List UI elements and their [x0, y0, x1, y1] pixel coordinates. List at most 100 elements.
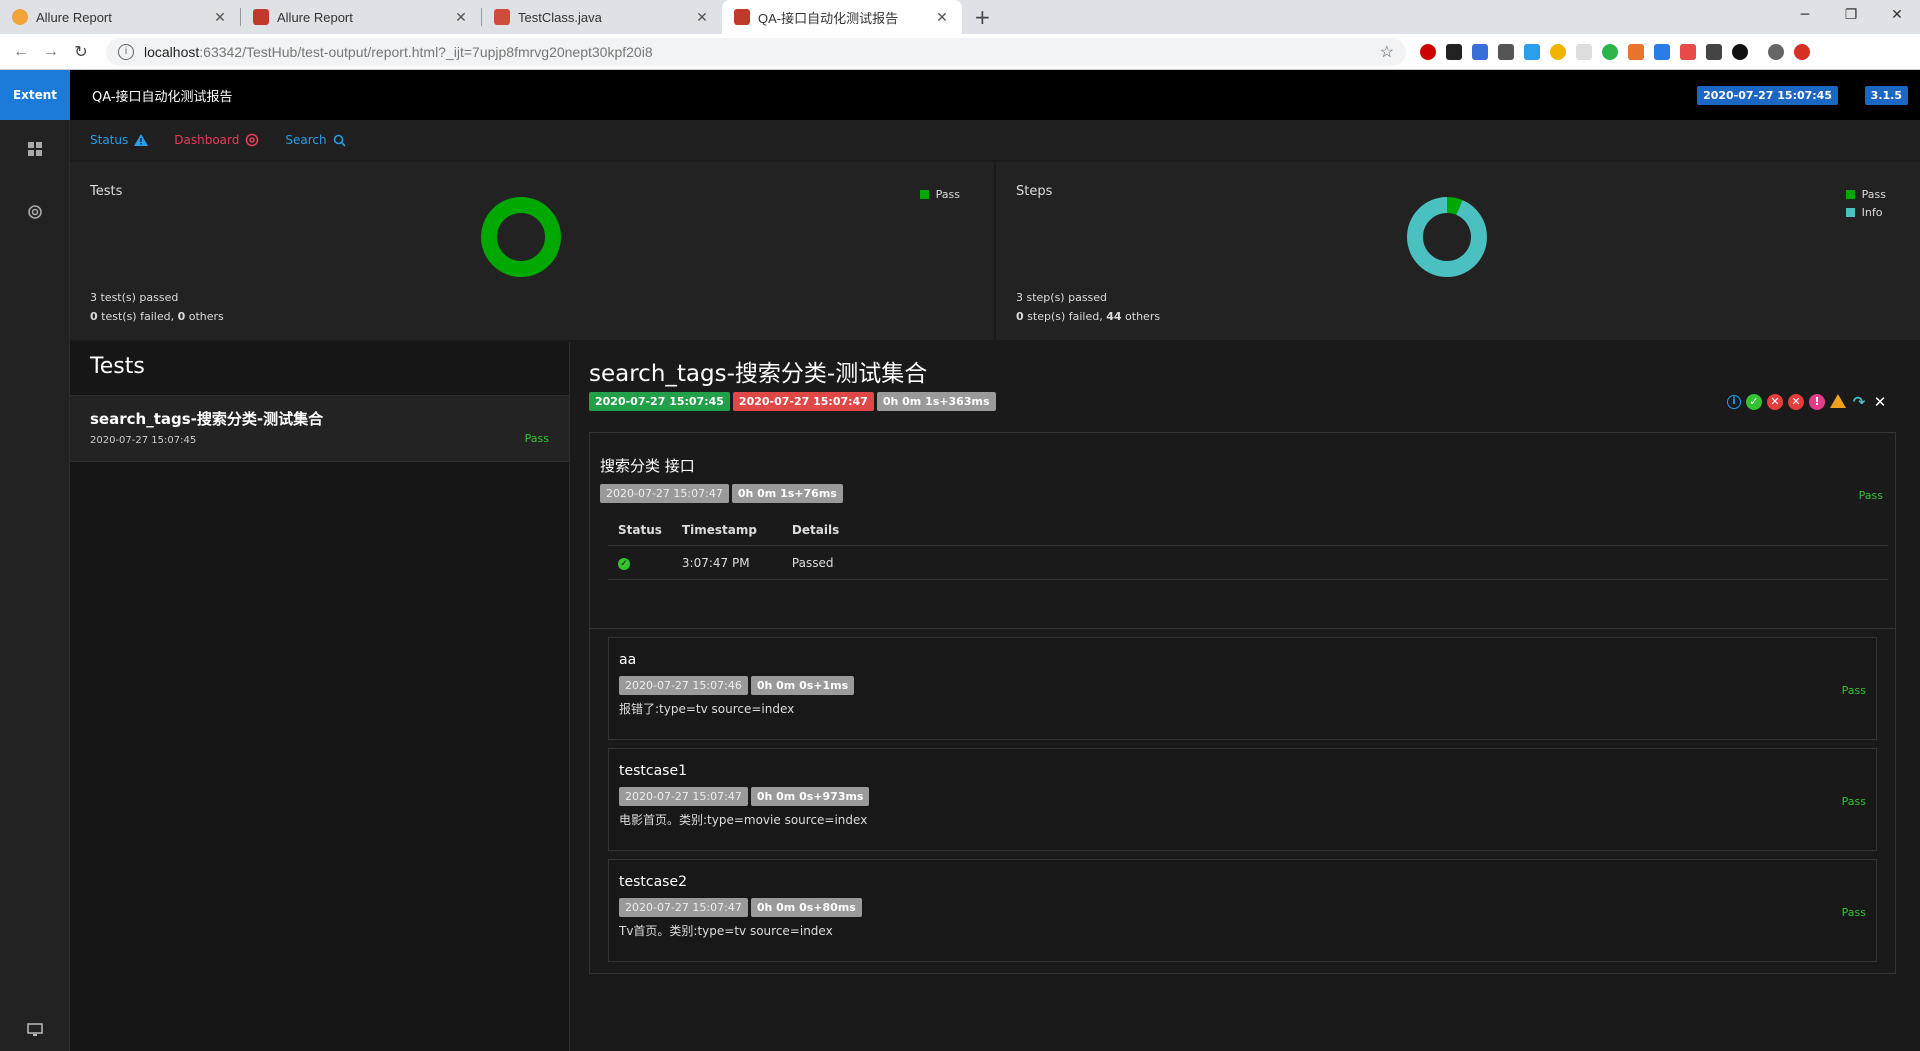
dashboard-link[interactable]: Dashboard	[174, 133, 259, 147]
test-list-panel: Tests search_tags-搜索分类-测试集合 2020-07-27 1…	[70, 342, 570, 1051]
failed-text: step(s) failed,	[1023, 310, 1107, 323]
report-date-badge: 2020-07-27 15:07:45	[1697, 86, 1838, 105]
child-test-node[interactable]: testcase1 2020-07-27 15:07:47 0h 0m 0s+9…	[608, 748, 1877, 851]
node-name: 搜索分类 接口	[600, 457, 695, 475]
brand-logo[interactable]: Extent	[0, 70, 70, 120]
extension-icon[interactable]	[1602, 43, 1618, 60]
fail-filter-icon[interactable]: ✕	[1767, 394, 1783, 410]
search-label: Search	[285, 133, 327, 147]
minimize-icon[interactable]: ─	[1782, 0, 1828, 30]
restore-icon[interactable]: ❐	[1828, 0, 1874, 30]
back-icon[interactable]: ←	[6, 43, 36, 61]
intellij-favicon-icon	[253, 9, 269, 25]
child-test-node[interactable]: testcase2 2020-07-27 15:07:47 0h 0m 0s+8…	[608, 859, 1877, 962]
clear-filter-icon[interactable]: ✕	[1872, 394, 1888, 410]
child-duration-badge: 0h 0m 0s+1ms	[750, 676, 855, 695]
status-filter-link[interactable]: Status	[90, 133, 149, 147]
test-list-item[interactable]: search_tags-搜索分类-测试集合 2020-07-27 15:07:4…	[70, 396, 569, 462]
url-input[interactable]: i localhost:63342/TestHub/test-output/re…	[106, 37, 1406, 66]
fatal-filter-icon[interactable]: ✕	[1788, 394, 1804, 410]
browser-tab[interactable]: Allure Report ✕	[241, 0, 481, 34]
steps-passed-line: 3 step(s) passed	[1016, 291, 1108, 304]
pass-filter-icon[interactable]: ✓	[1746, 394, 1762, 410]
new-tab-button[interactable]: +	[962, 5, 1003, 29]
tests-pass-slice	[481, 197, 561, 277]
steps-info-slice	[1407, 197, 1487, 277]
close-tab-icon[interactable]: ✕	[212, 9, 228, 26]
chrome-extension-icon[interactable]	[1550, 43, 1566, 60]
forward-icon[interactable]: →	[36, 43, 66, 61]
node-badges: 2020-07-27 15:07:47 0h 0m 1s+76ms	[600, 484, 1885, 503]
extension-icon[interactable]	[1680, 43, 1696, 60]
child-badges: 2020-07-27 15:07:46 0h 0m 0s+1ms	[619, 676, 1866, 695]
others-text: others	[1121, 310, 1161, 323]
reload-icon[interactable]: ↻	[66, 42, 96, 62]
extension-icon[interactable]	[1524, 43, 1540, 60]
duration-badge: 0h 0m 1s+363ms	[876, 392, 996, 411]
pilcrow-extension-icon[interactable]	[1706, 43, 1722, 60]
child-name: aa	[619, 652, 637, 668]
bookmark-star-icon[interactable]: ☆	[1380, 42, 1394, 62]
extension-icon[interactable]	[1628, 43, 1644, 60]
url-path: :63342/TestHub/test-output/report.html?_…	[199, 43, 653, 60]
legend-item-pass: Pass	[1845, 188, 1886, 201]
report-name: QA-接口自动化测试报告	[92, 89, 233, 105]
tests-legend: Pass	[919, 188, 960, 206]
child-test-node[interactable]: aa 2020-07-27 15:07:46 0h 0m 0s+1ms 报错了:…	[608, 637, 1877, 740]
site-info-icon[interactable]: i	[118, 43, 134, 60]
child-time-badge: 2020-07-27 15:07:47	[619, 898, 748, 917]
dashboard-view-icon[interactable]	[0, 184, 70, 248]
qr-extension-icon[interactable]	[1498, 43, 1514, 60]
others-count: 44	[1106, 310, 1122, 323]
browser-tab-bar: Allure Report ✕ Allure Report ✕ TestClas…	[0, 0, 1920, 34]
child-badges: 2020-07-27 15:07:47 0h 0m 0s+973ms	[619, 787, 1866, 806]
close-window-icon[interactable]: ✕	[1874, 0, 1920, 30]
legend-label: Info	[1861, 206, 1883, 219]
update-icon[interactable]	[1794, 43, 1810, 60]
tests-donut-chart	[481, 197, 561, 277]
extension-icon[interactable]	[1732, 43, 1748, 60]
adblock-extension-icon[interactable]	[1420, 43, 1436, 60]
java-file-favicon-icon	[494, 9, 510, 25]
url-text: localhost:63342/TestHub/test-output/repo…	[144, 44, 1380, 60]
monitor-icon[interactable]	[0, 1023, 70, 1041]
top-bar: QA-接口自动化测试报告 2020-07-27 15:07:45 3.1.5	[70, 70, 1920, 120]
error-filter-icon[interactable]: !	[1809, 394, 1825, 410]
tests-card-title: Tests	[90, 184, 123, 199]
extension-icon[interactable]	[1446, 43, 1462, 60]
tests-view-icon[interactable]	[0, 120, 70, 184]
child-status: Pass	[1841, 795, 1866, 808]
profile-avatar-icon[interactable]	[1768, 43, 1784, 60]
start-time-badge: 2020-07-27 15:07:45	[589, 392, 730, 411]
child-badges: 2020-07-27 15:07:47 0h 0m 0s+80ms	[619, 898, 1866, 917]
info-filter-icon[interactable]: i	[1727, 395, 1741, 409]
status-filter-label: Status	[90, 133, 129, 147]
dashboard-cards: Tests Pass 3 test(s) passed 0 test(s) fa…	[70, 162, 1920, 340]
end-time-badge: 2020-07-27 15:07:47	[732, 392, 874, 411]
search-link[interactable]: Search	[285, 133, 346, 147]
sync-extension-icon[interactable]	[1654, 43, 1670, 60]
warning-filter-icon[interactable]	[1830, 394, 1846, 410]
node-time-badge: 2020-07-27 15:07:47	[600, 484, 729, 503]
legend-label: Pass	[1861, 188, 1886, 201]
legend-label: Pass	[935, 188, 960, 201]
col-status: Status	[608, 515, 672, 546]
child-name: testcase1	[619, 763, 687, 779]
version-badge: 3.1.5	[1864, 86, 1908, 105]
close-tab-icon[interactable]: ✕	[934, 9, 950, 26]
steps-donut-chart	[1407, 197, 1487, 277]
log-row: ✓ 3:07:47 PM Passed	[608, 545, 1888, 580]
jh-extension-icon[interactable]	[1472, 43, 1488, 60]
skip-filter-icon[interactable]: ↷	[1851, 394, 1867, 410]
browser-tab[interactable]: Allure Report ✕	[0, 0, 240, 34]
test-list-heading: Tests	[70, 342, 569, 396]
close-tab-icon[interactable]: ✕	[694, 9, 710, 26]
tab-title: Allure Report	[36, 9, 112, 25]
close-tab-icon[interactable]: ✕	[453, 9, 469, 26]
test-detail-title: search_tags-搜索分类-测试集合	[589, 361, 928, 387]
cursor-extension-icon[interactable]	[1576, 43, 1592, 60]
tab-title: QA-接口自动化测试报告	[758, 10, 899, 26]
col-details: Details	[781, 515, 1888, 546]
browser-tab[interactable]: TestClass.java ✕	[482, 0, 722, 34]
browser-tab-active[interactable]: QA-接口自动化测试报告 ✕	[722, 0, 962, 34]
